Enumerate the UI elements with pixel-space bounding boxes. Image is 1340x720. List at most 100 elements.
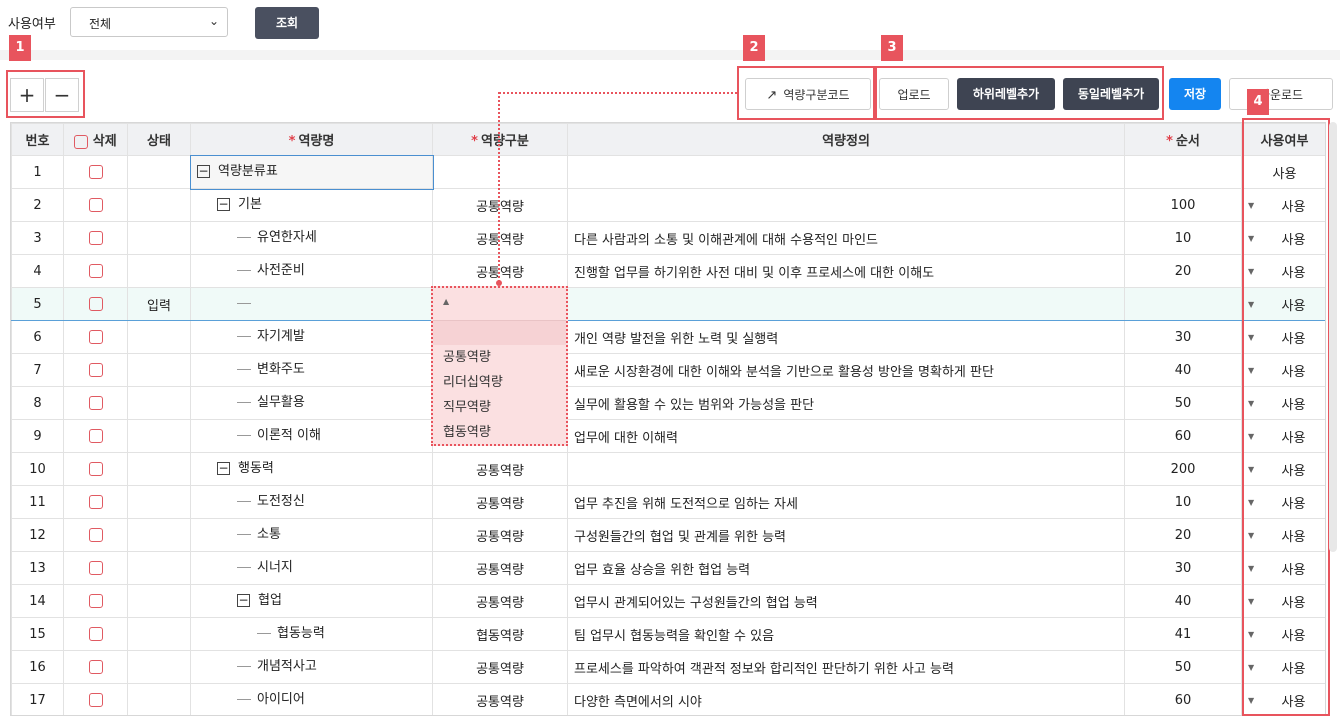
cell-category[interactable]: 공통역량: [432, 485, 568, 519]
cell-definition[interactable]: [567, 188, 1125, 222]
delete-checkbox[interactable]: [88, 396, 103, 410]
search-button[interactable]: 조회: [255, 7, 319, 39]
cell-category[interactable]: 공통역량: [432, 551, 568, 585]
cell-name[interactable]: − 역량분류표: [189, 154, 434, 190]
download-button[interactable]: 다운로드: [1229, 78, 1333, 110]
cell-definition[interactable]: [567, 452, 1125, 486]
expand-all-button[interactable]: +: [10, 78, 44, 112]
cell-name[interactable]: 시너지: [190, 551, 433, 585]
cell-delete[interactable]: [63, 683, 128, 715]
cell-category[interactable]: 공통역량: [432, 452, 568, 486]
delete-checkbox[interactable]: [88, 495, 103, 509]
cell-definition[interactable]: 업무 추진을 위해 도전적으로 임하는 자세: [567, 485, 1125, 519]
cell-order[interactable]: 50: [1124, 650, 1242, 684]
delete-checkbox[interactable]: [88, 462, 103, 476]
cell-definition[interactable]: 구성원들간의 협업 및 관계를 위한 능력: [567, 518, 1125, 552]
cell-name[interactable]: 사전준비: [190, 254, 433, 288]
cell-order[interactable]: 20: [1124, 254, 1242, 288]
cell-order[interactable]: 60: [1124, 419, 1242, 453]
use-filter-select[interactable]: 전체 ⌄: [70, 7, 228, 37]
table-row[interactable]: 12 소통 공통역량 구성원들간의 협업 및 관계를 위한 능력 20 ▼ 사용: [11, 518, 1325, 552]
table-row[interactable]: 16 개념적사고 공통역량 프로세스를 파악하여 객관적 정보와 합리적인 판단…: [11, 650, 1325, 684]
delete-checkbox[interactable]: [88, 165, 103, 179]
cell-definition[interactable]: 실무에 활용할 수 있는 범위와 가능성을 판단: [567, 386, 1125, 420]
add-sibling-level-button[interactable]: 동일레벨추가: [1063, 78, 1159, 110]
table-row[interactable]: 3 유연한자세 공통역량 다른 사람과의 소통 및 이해관계에 대해 수용적인 …: [11, 221, 1325, 255]
dropdown-option[interactable]: 협동역량: [433, 420, 566, 445]
cell-delete[interactable]: [63, 287, 128, 321]
cell-delete[interactable]: [63, 419, 128, 453]
cell-category[interactable]: 공통역량: [432, 221, 568, 255]
select-all-checkbox[interactable]: [74, 134, 89, 149]
caret-up-icon[interactable]: ▲: [433, 288, 566, 321]
delete-checkbox[interactable]: [88, 594, 103, 608]
cell-delete[interactable]: [63, 551, 128, 585]
category-dropdown[interactable]: ▲ 공통역량 리더십역량 직무역량 협동역량: [431, 286, 568, 446]
cell-definition[interactable]: 진행할 업무를 하기위한 사전 대비 및 이후 프로세스에 대한 이해도: [567, 254, 1125, 288]
delete-checkbox[interactable]: [88, 660, 103, 674]
category-code-button[interactable]: ↗ 역량구분코드: [745, 78, 871, 110]
table-row[interactable]: 17 아이디어 공통역량 다양한 측면에서의 시야 60 ▼ 사용: [11, 683, 1325, 715]
cell-order[interactable]: [1124, 287, 1242, 321]
delete-checkbox[interactable]: [88, 693, 103, 707]
table-row[interactable]: 7 변화주도 새로운 시장환경에 대한 이해와 분석을 기반으로 활용성 방안을…: [11, 353, 1325, 387]
collapse-all-button[interactable]: −: [45, 78, 79, 112]
delete-checkbox[interactable]: [88, 264, 103, 278]
cell-definition[interactable]: [567, 287, 1125, 321]
delete-checkbox[interactable]: [88, 429, 103, 443]
cell-order[interactable]: 50: [1124, 386, 1242, 420]
cell-delete[interactable]: [63, 386, 128, 420]
dropdown-empty-option[interactable]: [433, 321, 566, 345]
cell-definition[interactable]: 개인 역량 발전을 위한 노력 및 실행력: [567, 320, 1125, 354]
cell-category[interactable]: 공통역량: [432, 518, 568, 552]
cell-delete[interactable]: [63, 650, 128, 684]
collapse-node-icon[interactable]: −: [217, 198, 230, 211]
table-row[interactable]: 13 시너지 공통역량 업무 효율 상승을 위한 협업 능력 30 ▼ 사용: [11, 551, 1325, 585]
cell-name[interactable]: 도전정신: [190, 485, 433, 519]
table-row[interactable]: 15 협동능력 협동역량 팀 업무시 협동능력을 확인할 수 있음 41 ▼ 사용: [11, 617, 1325, 651]
cell-delete[interactable]: [63, 320, 128, 354]
collapse-node-icon[interactable]: −: [197, 165, 210, 178]
table-row[interactable]: 9 이론적 이해 업무에 대한 이해력 60 ▼ 사용: [11, 419, 1325, 453]
cell-order[interactable]: 30: [1124, 320, 1242, 354]
cell-name[interactable]: − 행동력: [190, 452, 433, 486]
dropdown-option[interactable]: 공통역량: [433, 345, 566, 370]
cell-delete[interactable]: [63, 518, 128, 552]
cell-delete[interactable]: [63, 452, 128, 486]
cell-category[interactable]: 공통역량: [432, 683, 568, 715]
cell-name[interactable]: 이론적 이해: [190, 419, 433, 453]
cell-category[interactable]: 협동역량: [432, 617, 568, 651]
cell-order[interactable]: 20: [1124, 518, 1242, 552]
delete-checkbox[interactable]: [88, 198, 103, 212]
table-row[interactable]: 4 사전준비 공통역량 진행할 업무를 하기위한 사전 대비 및 이후 프로세스…: [11, 254, 1325, 288]
dropdown-option[interactable]: 리더십역량: [433, 370, 566, 395]
delete-checkbox[interactable]: [88, 561, 103, 575]
cell-category[interactable]: 공통역량: [432, 188, 568, 222]
cell-category[interactable]: [432, 155, 568, 189]
dropdown-option[interactable]: 직무역량: [433, 395, 566, 420]
cell-definition[interactable]: 다른 사람과의 소통 및 이해관계에 대해 수용적인 마인드: [567, 221, 1125, 255]
col-header-delete[interactable]: 삭제: [63, 123, 128, 156]
cell-category[interactable]: 공통역량: [432, 650, 568, 684]
cell-delete[interactable]: [63, 254, 128, 288]
cell-order[interactable]: 30: [1124, 551, 1242, 585]
table-row[interactable]: 10 − 행동력 공통역량 200 ▼ 사용: [11, 452, 1325, 486]
delete-checkbox[interactable]: [88, 363, 103, 377]
cell-delete[interactable]: [63, 188, 128, 222]
table-row[interactable]: 1 − 역량분류표 사용: [11, 154, 1325, 190]
cell-name[interactable]: 소통: [190, 518, 433, 552]
cell-order[interactable]: 10: [1124, 485, 1242, 519]
cell-order[interactable]: 40: [1124, 353, 1242, 387]
cell-definition[interactable]: 업무에 대한 이해력: [567, 419, 1125, 453]
cell-order[interactable]: 40: [1124, 584, 1242, 618]
collapse-node-icon[interactable]: −: [217, 462, 230, 475]
cell-name[interactable]: 협동능력: [190, 617, 433, 651]
cell-definition[interactable]: 팀 업무시 협동능력을 확인할 수 있음: [567, 617, 1125, 651]
cell-definition[interactable]: 프로세스를 파악하여 객관적 정보와 합리적인 판단하기 위한 사고 능력: [567, 650, 1125, 684]
cell-name[interactable]: [190, 287, 433, 321]
cell-category[interactable]: 공통역량: [432, 584, 568, 618]
cell-name[interactable]: 유연한자세: [190, 221, 433, 255]
cell-name[interactable]: 자기계발: [190, 320, 433, 354]
cell-order[interactable]: 200: [1124, 452, 1242, 486]
cell-delete[interactable]: [63, 584, 128, 618]
